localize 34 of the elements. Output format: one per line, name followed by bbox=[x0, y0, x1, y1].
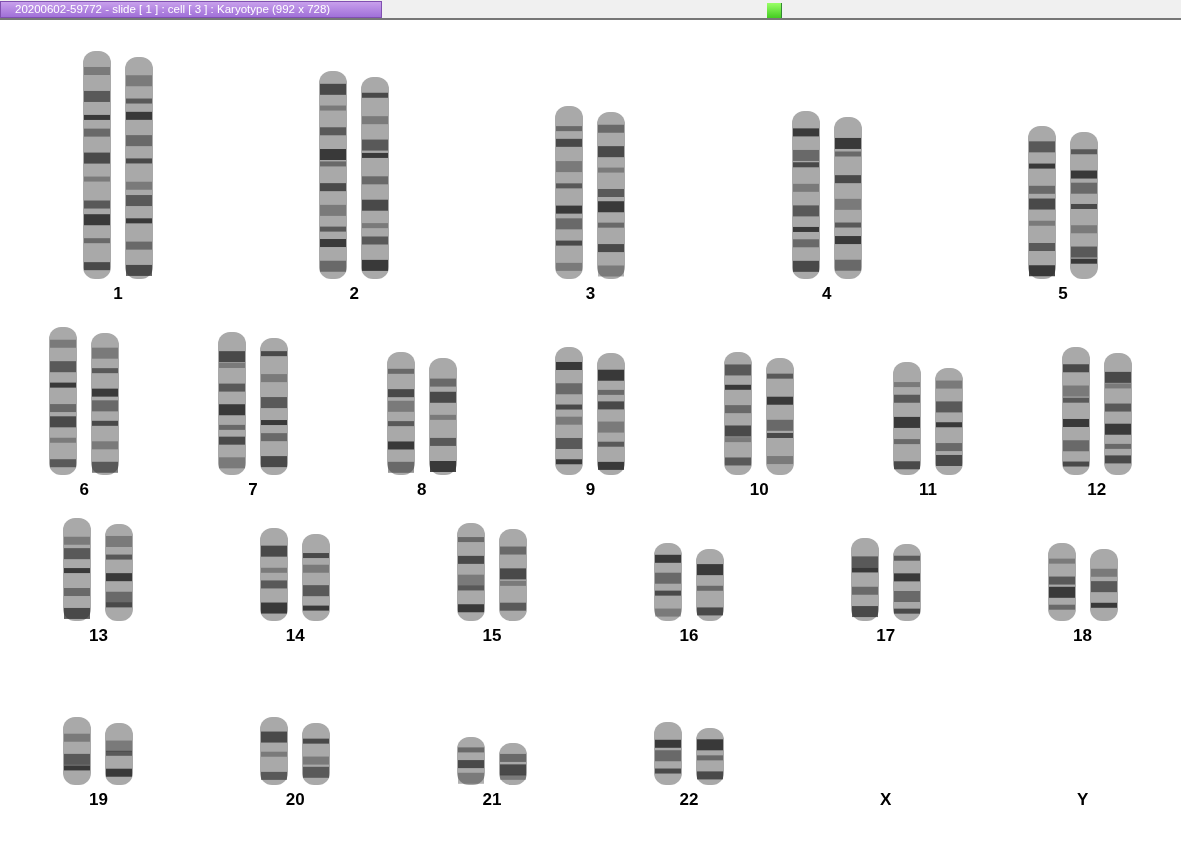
chromosome-label: 5 bbox=[1058, 284, 1068, 304]
chromosome-label: 17 bbox=[876, 626, 896, 646]
chromosome-label: 10 bbox=[749, 480, 769, 500]
chromosome-label: 4 bbox=[821, 284, 832, 304]
chromosome-label: 11 bbox=[918, 480, 937, 500]
chromosome-label: X bbox=[880, 790, 892, 810]
chromosome-label: 3 bbox=[585, 284, 596, 304]
chromosome-label: Y bbox=[1076, 790, 1089, 810]
chromosome-label: 18 bbox=[1073, 626, 1093, 646]
chromosome-label: 16 bbox=[679, 626, 699, 646]
chromosome-label: 20 bbox=[285, 790, 305, 810]
chromosome-drawing bbox=[104, 722, 135, 786]
chromosome-drawing bbox=[498, 742, 529, 786]
chromosome-drawing bbox=[456, 736, 487, 786]
chromosome-label: 19 bbox=[88, 790, 108, 810]
chromosome-label: 14 bbox=[285, 626, 305, 646]
chromosome-drawing bbox=[652, 721, 683, 786]
chromosome-label: 7 bbox=[248, 480, 258, 500]
chromosome-label: 2 bbox=[349, 284, 359, 304]
chromosome-label: 21 bbox=[482, 790, 502, 810]
chromosome-drawing bbox=[301, 722, 332, 786]
chromosome-label: 6 bbox=[79, 480, 90, 500]
status-indicator-icon bbox=[767, 3, 782, 18]
chromosome-label: 12 bbox=[1087, 480, 1107, 500]
window-title: 20200602-59772 - slide [ 1 ] : cell [ 3 ] : Karyotype (992 x 728) bbox=[0, 1, 382, 18]
chromosome-label: 9 bbox=[585, 480, 596, 500]
chromosome-label: 15 bbox=[482, 626, 502, 646]
chromosome-label: 1 bbox=[113, 284, 123, 304]
chromosome-drawing bbox=[62, 716, 93, 786]
chromosome-drawing bbox=[694, 727, 725, 786]
chromosome-label: 8 bbox=[417, 480, 427, 500]
chromosome-drawing bbox=[259, 716, 290, 786]
chromosome-label: 13 bbox=[88, 626, 108, 646]
chromosome-label: 22 bbox=[679, 790, 699, 810]
